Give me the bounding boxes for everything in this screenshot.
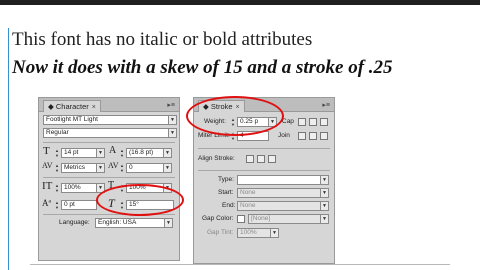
panel-menu-icon[interactable]: ▸≡ xyxy=(167,101,175,109)
vertical-scale-icon: IT xyxy=(42,180,53,192)
divider xyxy=(43,142,175,143)
type-label: Type: xyxy=(218,176,234,183)
gap-color-swatch xyxy=(237,215,245,223)
tab-character[interactable]: ◆ Character × xyxy=(43,100,101,112)
bevel-join-icon[interactable] xyxy=(320,132,328,140)
round-join-icon[interactable] xyxy=(309,132,317,140)
spinner-icon[interactable]: ▲ ▼ xyxy=(54,148,60,158)
miter-join-icon[interactable] xyxy=(298,132,306,140)
close-icon[interactable]: × xyxy=(92,104,96,111)
align-outside-icon[interactable] xyxy=(268,155,276,163)
divider xyxy=(198,170,330,171)
panel-menu-icon[interactable]: ▸≡ xyxy=(322,101,330,109)
character-tabbar: ◆ Character × ▸≡ xyxy=(39,98,179,112)
text-frame-edge xyxy=(8,28,9,270)
chevron-down-icon[interactable]: ▼ xyxy=(320,214,329,224)
butt-cap-icon[interactable] xyxy=(298,118,306,126)
chevron-down-icon[interactable]: ▼ xyxy=(168,128,177,138)
leading-icon: A xyxy=(109,145,117,156)
gap-tint-field[interactable]: 100% xyxy=(237,228,271,238)
vertical-scale-field[interactable]: 100% xyxy=(61,183,97,193)
top-bar xyxy=(0,0,480,5)
chevron-down-icon[interactable]: ▼ xyxy=(96,148,105,158)
type-select[interactable] xyxy=(237,175,321,185)
font-size-icon: T xyxy=(43,145,50,157)
highlight-circle-skew xyxy=(96,184,184,216)
kerning-field[interactable]: Metrics xyxy=(61,163,97,173)
end-label: End: xyxy=(222,202,236,209)
chevron-down-icon[interactable]: ▼ xyxy=(270,228,279,238)
start-label: Start: xyxy=(218,189,234,196)
round-cap-icon[interactable] xyxy=(309,118,317,126)
align-inside-icon[interactable] xyxy=(257,155,265,163)
gap-color-select[interactable]: [None] xyxy=(248,214,321,224)
leading-field[interactable]: (16.8 pt) xyxy=(126,148,164,158)
align-center-icon[interactable] xyxy=(246,155,254,163)
baseline-shift-field[interactable]: 0 pt xyxy=(61,200,97,210)
cap-label: Cap xyxy=(282,118,294,125)
spinner-icon[interactable]: ▲ ▼ xyxy=(54,163,60,173)
grip-icon: ◆ xyxy=(48,102,56,111)
align-stroke-label: Align Stroke: xyxy=(198,155,235,162)
language-label: Language: xyxy=(59,219,90,226)
square-cap-icon[interactable] xyxy=(320,118,328,126)
bottom-rule xyxy=(30,264,450,265)
chevron-down-icon[interactable]: ▼ xyxy=(168,115,177,125)
font-size-field[interactable]: 14 pt xyxy=(61,148,97,158)
chevron-down-icon[interactable]: ▼ xyxy=(163,163,172,173)
spinner-icon[interactable]: ▲ ▼ xyxy=(119,148,125,158)
chevron-down-icon[interactable]: ▼ xyxy=(320,201,329,211)
chevron-down-icon[interactable]: ▼ xyxy=(320,175,329,185)
chevron-down-icon[interactable]: ▼ xyxy=(320,188,329,198)
spinner-icon[interactable]: ▲ ▼ xyxy=(54,200,60,210)
chevron-down-icon[interactable]: ▼ xyxy=(96,163,105,173)
spinner-icon[interactable]: ▲ ▼ xyxy=(54,183,60,193)
end-select[interactable]: None xyxy=(237,201,321,211)
spinner-icon[interactable]: ▲ ▼ xyxy=(119,163,125,173)
tracking-field[interactable]: 0 xyxy=(126,163,164,173)
baseline-shift-icon: Aª xyxy=(42,198,51,208)
font-style-field[interactable]: Regular xyxy=(43,128,169,138)
tab-character-label: Character xyxy=(55,102,89,111)
highlight-circle-weight xyxy=(186,96,284,136)
gap-color-label: Gap Color: xyxy=(202,215,234,222)
character-panel: ◆ Character × ▸≡ Footlight MT Light ▼ Reg… xyxy=(38,97,180,261)
sample-text-plain: This font has no italic or bold attribut… xyxy=(12,29,313,50)
chevron-down-icon[interactable]: ▼ xyxy=(164,218,173,228)
join-label: Join xyxy=(278,132,290,139)
start-select[interactable]: None xyxy=(237,188,321,198)
sample-text-styled: Now it does with a skew of 15 and a stro… xyxy=(12,57,393,78)
divider xyxy=(43,177,175,178)
font-family-field[interactable]: Footlight MT Light xyxy=(43,115,169,125)
divider xyxy=(198,148,330,149)
tracking-icon: AV xyxy=(108,161,119,170)
language-select[interactable]: English: USA xyxy=(95,218,165,228)
kerning-icon: AV xyxy=(42,161,53,170)
chevron-down-icon[interactable]: ▼ xyxy=(163,148,172,158)
gap-tint-label: Gap Tint: xyxy=(207,229,234,236)
